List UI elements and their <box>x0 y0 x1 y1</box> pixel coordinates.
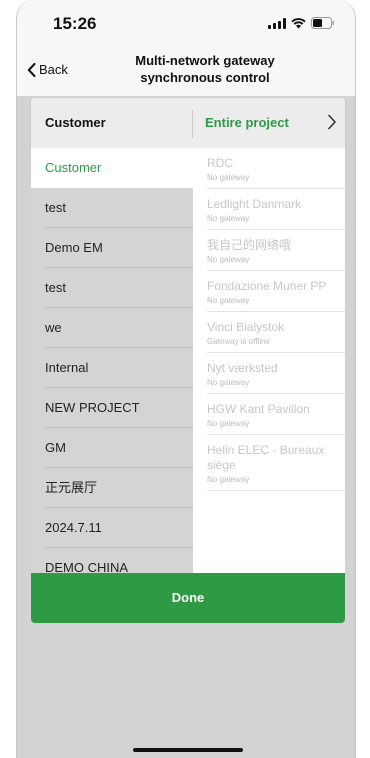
customer-project-picker: Customer Entire project Customer test Demo… <box>31 98 345 623</box>
project-item[interactable]: Helin ELEC - Bureaux siège No gateway <box>193 435 345 491</box>
project-name: Fondazione Muner PP <box>207 279 327 293</box>
status-time: 15:26 <box>53 14 97 33</box>
customer-item[interactable]: Customer <box>31 148 193 188</box>
done-button[interactable]: Done <box>31 573 345 623</box>
project-item[interactable]: Ledlight Danmark No gateway <box>193 189 345 230</box>
customer-item[interactable]: GM <box>31 428 193 468</box>
customer-item[interactable]: 正元展厅 <box>31 468 193 508</box>
chevron-right-icon[interactable] <box>327 114 337 130</box>
customer-item[interactable]: Internal <box>31 348 193 388</box>
customer-item[interactable]: we <box>31 308 193 348</box>
page-title: Multi-network gateway synchronous contro… <box>115 52 295 86</box>
picker-lists: Customer test Demo EM test we Internal NEW PRO… <box>31 148 345 573</box>
back-button[interactable]: Back <box>27 62 68 77</box>
customer-item[interactable]: Demo EM <box>31 228 193 268</box>
project-name: Nyt værksted <box>207 361 278 375</box>
home-indicator <box>133 748 243 752</box>
picker-right-header[interactable]: Entire project <box>205 115 289 130</box>
customer-item[interactable]: NEW PROJECT <box>31 388 193 428</box>
nav-bar: Back Multi-network gateway synchronous c… <box>17 48 355 92</box>
project-item[interactable]: 我自己的网络哦 No gateway <box>193 230 345 271</box>
project-name: Vinci Bialystok <box>207 320 285 334</box>
project-item[interactable]: RDC No gateway <box>193 148 345 189</box>
top-area: 15:26 Back Multi-network gateway synchro… <box>17 0 355 96</box>
picker-header: Customer Entire project <box>31 98 345 148</box>
project-name: Ledlight Danmark <box>207 197 302 211</box>
phone-screen: 15:26 Back Multi-network gateway synchro… <box>16 0 356 758</box>
gateway-status: No gateway <box>207 475 250 484</box>
customer-item[interactable]: test <box>31 188 193 228</box>
chevron-left-icon <box>27 62 36 77</box>
project-item[interactable]: Nyt værksted No gateway <box>193 353 345 394</box>
status-bar: 15:26 <box>17 0 355 44</box>
project-item[interactable]: Fondazione Muner PP No gateway <box>193 271 345 312</box>
customer-list[interactable]: Customer test Demo EM test we Internal NEW PRO… <box>31 148 193 573</box>
customer-item[interactable]: 2024.7.11 <box>31 508 193 548</box>
battery-icon <box>311 17 335 29</box>
back-label: Back <box>39 62 68 77</box>
gateway-status: No gateway <box>207 173 250 182</box>
project-name: RDC <box>207 156 233 170</box>
page-title-line2: synchronous control <box>140 70 270 85</box>
wifi-icon <box>291 17 306 29</box>
gateway-status: No gateway <box>207 255 250 264</box>
gateway-status: No gateway <box>207 214 250 223</box>
picker-left-header: Customer <box>45 115 106 130</box>
project-name: 我自己的网络哦 <box>207 238 292 252</box>
customer-item[interactable]: test <box>31 268 193 308</box>
header-divider <box>192 110 193 138</box>
gateway-status: No gateway <box>207 296 250 305</box>
status-icons <box>268 17 335 29</box>
gateway-status: Gateway is offline <box>207 337 270 346</box>
customer-item[interactable]: DEMO CHINA <box>31 548 193 573</box>
project-item[interactable]: HGW Kant Pavillon No gateway <box>193 394 345 435</box>
page-title-line1: Multi-network gateway <box>135 53 275 68</box>
project-item[interactable]: Vinci Bialystok Gateway is offline <box>193 312 345 353</box>
gateway-status: No gateway <box>207 419 250 428</box>
gateway-status: No gateway <box>207 378 250 387</box>
project-name: Helin ELEC - Bureaux siège <box>207 443 325 472</box>
project-list[interactable]: RDC No gateway Ledlight Danmark No gateway 我… <box>193 148 345 573</box>
project-name: HGW Kant Pavillon <box>207 402 310 416</box>
signal-icon <box>268 17 286 29</box>
